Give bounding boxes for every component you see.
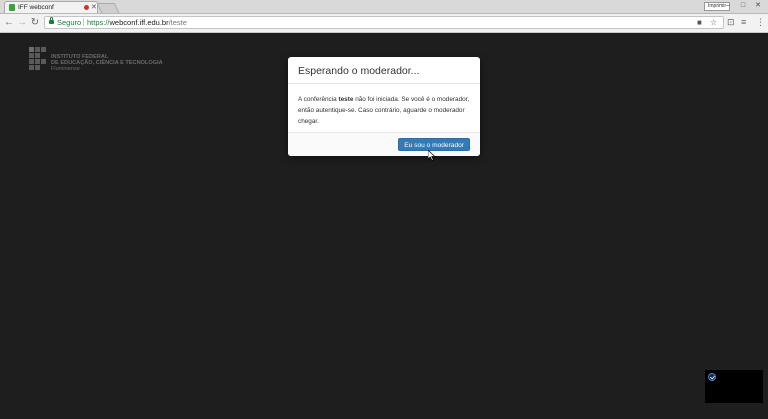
extension-icon[interactable]: ⊡ [727, 17, 735, 28]
url-path: /teste [168, 18, 187, 27]
dialog-message: A conferência teste não foi iniciada. Se… [298, 94, 472, 127]
logo-line-3: Fluminense [51, 66, 80, 72]
tab-strip: IFF webconf ✕ Imprimir – □ ✕ [0, 0, 768, 14]
star-icon[interactable]: ☆ [710, 17, 717, 28]
iff-logo-text: INSTITUTO FEDERAL DE EDUCAÇÃO, CIÊNCIA E… [51, 54, 163, 72]
leaf-favicon-icon [9, 4, 15, 11]
new-tab-button[interactable] [96, 3, 120, 13]
camera-icon[interactable]: ■ [697, 17, 702, 28]
conference-name: teste [338, 96, 354, 103]
back-button[interactable]: ← [3, 16, 15, 29]
waiting-moderator-dialog: Esperando o moderador... A conferência t… [288, 57, 480, 156]
tab-iff-webconf[interactable]: IFF webconf ✕ [4, 1, 98, 13]
secure-label: Seguro [57, 18, 82, 27]
message-prefix: A conferência [298, 96, 339, 103]
url-scheme: https:// [87, 18, 110, 27]
recording-indicator-icon [84, 5, 89, 10]
menu-icon[interactable]: ⋮ [756, 17, 765, 28]
lock-icon [49, 17, 54, 24]
url-text[interactable]: https://webconf.iff.edu.br/teste [87, 17, 187, 28]
dialog-footer: Eu sou o moderador [288, 132, 480, 156]
mouse-cursor-icon [427, 148, 436, 166]
dialog-header: Esperando o moderador... [288, 57, 480, 84]
video-preview-widget[interactable] [705, 370, 763, 403]
iff-logo: INSTITUTO FEDERAL DE EDUCAÇÃO, CIÊNCIA E… [29, 47, 169, 75]
dialog-title: Esperando o moderador... [298, 65, 420, 77]
address-bar[interactable]: Seguro https://webconf.iff.edu.br/teste … [44, 16, 724, 29]
close-window-button[interactable]: ✕ [752, 1, 764, 10]
url-divider [83, 18, 84, 26]
browser-toolbar: ← → ↻ Seguro https://webconf.iff.edu.br/… [0, 14, 768, 33]
iff-logo-mark-icon [29, 47, 47, 73]
forward-button[interactable]: → [16, 16, 28, 29]
check-circle-icon[interactable] [708, 373, 716, 381]
url-host: webconf.iff.edu.br [109, 18, 169, 27]
screen-share-icon[interactable]: ≡ [741, 17, 746, 28]
reload-button[interactable]: ↻ [29, 16, 41, 29]
minimize-button[interactable]: – [722, 1, 734, 10]
tab-title: IFF webconf [18, 4, 54, 11]
maximize-button[interactable]: □ [737, 1, 749, 10]
